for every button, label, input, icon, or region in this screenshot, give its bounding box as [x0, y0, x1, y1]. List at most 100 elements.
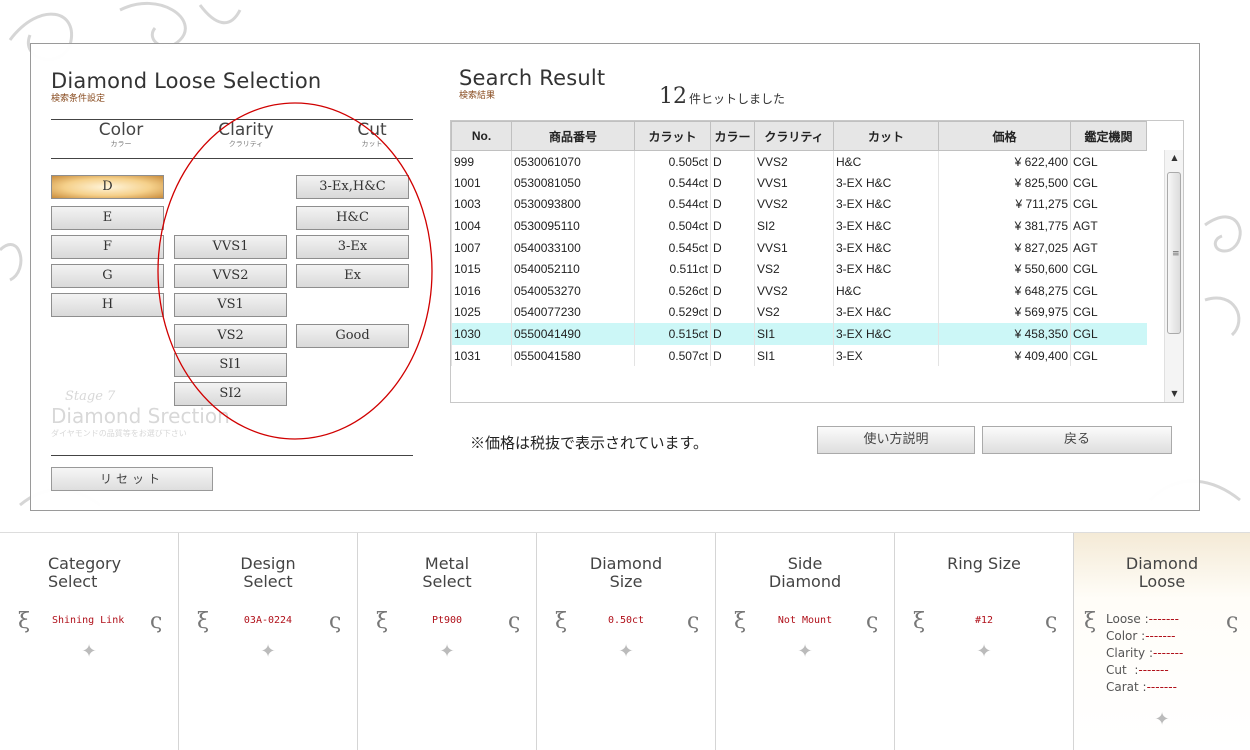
table-cell: D	[710, 280, 755, 302]
scroll-thumb[interactable]: ≡	[1167, 172, 1181, 334]
table-row[interactable]: 1031 0550041580 0.507ct D SI1 3-EX ¥ 409,400 CG…	[451, 344, 1147, 367]
table-row[interactable]: 1001 0530081050 0.544ct D VVS1 3-EX H&C ¥ 825,…	[451, 172, 1147, 194]
table-cell: D	[710, 172, 755, 194]
table-cell: 3-EX H&C	[833, 236, 939, 259]
table-cell: 1015	[451, 258, 512, 281]
column-header: 鑑定機関	[1070, 121, 1147, 151]
table-cell: SI1	[754, 344, 834, 367]
table-cell: VVS1	[754, 172, 834, 194]
loose-summary: Loose :------- Color :------- Clarity :-…	[1106, 611, 1183, 696]
step-diamond-loose[interactable]: Diamond Loose ξ Loose :------- Color :--…	[1074, 533, 1250, 750]
step-design[interactable]: Design Select ξ 03A-0224 ς ✦	[179, 533, 358, 750]
color-option-e[interactable]: E	[51, 206, 164, 230]
table-cell: 0530093800	[511, 193, 635, 216]
table-row[interactable]: 1025 0540077230 0.529ct D VS2 3-EX H&C ¥ 569,9…	[451, 301, 1147, 324]
table-cell: 1016	[451, 280, 512, 302]
step-label: Ring Size	[947, 554, 1021, 573]
table-cell: 0530095110	[511, 215, 635, 237]
plus-icon: ✦	[976, 641, 992, 662]
divider	[51, 455, 413, 456]
howto-button[interactable]: 使い方説明	[817, 426, 975, 454]
plus-icon: ✦	[81, 641, 97, 662]
plus-icon: ✦	[260, 641, 276, 662]
step-ring-size[interactable]: Ring Size ξ #12 ς ✦	[895, 533, 1074, 750]
table-cell: 3-EX H&C	[833, 215, 939, 237]
loose-row: Color :-------	[1106, 629, 1176, 643]
table-scrollbar[interactable]: ▲ ≡ ▼	[1164, 150, 1183, 402]
table-cell: 0.544ct	[634, 193, 711, 216]
table-row[interactable]: 999 0530061070 0.505ct D VVS2 H&C ¥ 622,400 CGL	[451, 150, 1147, 173]
table-cell: AGT	[1070, 215, 1147, 237]
color-option-h[interactable]: H	[51, 293, 164, 317]
results-title: Search Result 検索結果	[459, 66, 605, 101]
scroll-up-icon[interactable]: ▲	[1165, 150, 1184, 166]
table-cell: 0.544ct	[634, 172, 711, 194]
table-cell: 0.515ct	[634, 323, 711, 345]
table-cell: 999	[451, 150, 512, 173]
bracket-right-icon: ς	[329, 609, 342, 634]
table-cell: VS2	[754, 301, 834, 324]
table-row[interactable]: 1016 0540053270 0.526ct D VVS2 H&C ¥ 648,275 CG…	[451, 280, 1147, 302]
table-cell: 0540033100	[511, 236, 635, 259]
table-cell: 1004	[451, 215, 512, 237]
table-row[interactable]: 1003 0530093800 0.544ct D VVS2 3-EX H&C ¥ 711,…	[451, 193, 1147, 216]
loose-row: Loose :-------	[1106, 612, 1179, 626]
table-cell: 3-EX H&C	[833, 193, 939, 216]
bracket-right-icon: ς	[687, 609, 700, 634]
table-cell: H&C	[833, 280, 939, 302]
table-row[interactable]: 1015 0540052110 0.511ct D VS2 3-EX H&C ¥ 550,6…	[451, 258, 1147, 281]
table-cell: CGL	[1070, 344, 1147, 367]
step-label: Category Select	[48, 554, 122, 591]
table-cell: ¥ 569,975	[938, 301, 1071, 324]
table-cell: 3-EX H&C	[833, 258, 939, 281]
annotation-circle	[157, 102, 433, 440]
table-row[interactable]: 1007 0540033100 0.545ct D VVS1 3-EX H&C ¥ 827,…	[451, 236, 1147, 259]
step-value: Shining Link	[52, 615, 125, 626]
table-row[interactable]: 1030 0550041490 0.515ct D SI1 3-EX H&C ¥ 458,3…	[451, 323, 1147, 345]
table-cell: D	[710, 236, 755, 259]
color-option-d[interactable]: D	[51, 175, 164, 199]
table-cell: ¥ 458,350	[938, 323, 1071, 345]
table-cell: ¥ 648,275	[938, 280, 1071, 302]
table-cell: VS2	[754, 258, 834, 281]
plus-icon: ✦	[439, 641, 455, 662]
table-cell: 0540077230	[511, 301, 635, 324]
table-cell: VVS2	[754, 150, 834, 173]
plus-icon: ✦	[1154, 709, 1170, 730]
table-cell: 0540052110	[511, 258, 635, 281]
table-cell: VVS2	[754, 193, 834, 216]
table-cell: 3-EX H&C	[833, 323, 939, 345]
table-cell: D	[710, 193, 755, 216]
table-row[interactable]: 1004 0530095110 0.504ct D SI2 3-EX H&C ¥ 381,7…	[451, 215, 1147, 237]
table-cell: 3-EX H&C	[833, 301, 939, 324]
step-label: Metal Select	[422, 554, 472, 591]
step-diamond-size[interactable]: Diamond Size ξ 0.50ct ς ✦	[537, 533, 716, 750]
back-button[interactable]: 戻る	[982, 426, 1172, 454]
scroll-down-icon[interactable]: ▼	[1165, 386, 1184, 402]
table-cell: CGL	[1070, 193, 1147, 216]
color-option-f[interactable]: F	[51, 235, 164, 259]
reset-button[interactable]: リセット	[51, 467, 213, 491]
step-metal[interactable]: Metal Select ξ Pt900 ς ✦	[358, 533, 537, 750]
step-label: Side Diamond	[768, 554, 842, 591]
results-table: No. 商品番号 カラット カラー クラリティ カット 価格 鑑定機関 999 05300610…	[450, 120, 1184, 403]
plus-icon: ✦	[618, 641, 634, 662]
main-panel: Diamond Loose Selection 検索条件設定 Color カラー…	[30, 43, 1200, 511]
table-cell: 0540053270	[511, 280, 635, 302]
table-cell: CGL	[1070, 280, 1147, 302]
step-category[interactable]: Category Select ξ Shining Link ς ✦	[0, 533, 179, 750]
color-option-g[interactable]: G	[51, 264, 164, 288]
table-cell: 1025	[451, 301, 512, 324]
step-side-diamond[interactable]: Side Diamond ξ Not Mount ς ✦	[716, 533, 895, 750]
table-header-row: No. 商品番号 カラット カラー クラリティ カット 価格 鑑定機関	[451, 121, 1147, 151]
table-cell: ¥ 825,500	[938, 172, 1071, 194]
table-cell: 1007	[451, 236, 512, 259]
table-cell: 1001	[451, 172, 512, 194]
table-cell: D	[710, 258, 755, 281]
table-cell: SI1	[754, 323, 834, 345]
table-cell: SI2	[754, 215, 834, 237]
bracket-right-icon: ς	[1226, 609, 1239, 634]
table-cell: 0.529ct	[634, 301, 711, 324]
table-cell: ¥ 622,400	[938, 150, 1071, 173]
table-cell: D	[710, 150, 755, 173]
